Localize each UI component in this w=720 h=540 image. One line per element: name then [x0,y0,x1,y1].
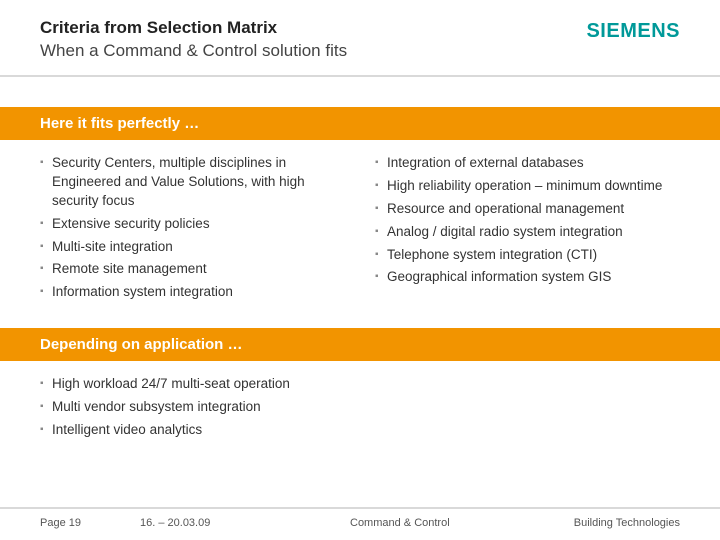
slide: Criteria from Selection Matrix When a Co… [0,0,720,540]
footer-page: Page 19 [40,517,140,529]
slide-subtitle: When a Command & Control solution fits [40,41,586,61]
list-item: Security Centers, multiple disciplines i… [40,154,345,211]
section-heading-depending: Depending on application … [0,328,720,361]
header-text: Criteria from Selection Matrix When a Co… [40,18,586,61]
list-item: Extensive security policies [40,215,345,234]
depending-list: High workload 24/7 multi-seat operation … [40,375,680,440]
fits-left-list: Security Centers, multiple disciplines i… [40,154,345,302]
list-item: High workload 24/7 multi-seat operation [40,375,680,394]
footer: Page 19 16. – 20.03.09 Command & Control… [0,507,720,540]
fits-right-column: Integration of external databases High r… [375,154,680,306]
depending-content: High workload 24/7 multi-seat operation … [0,361,720,466]
list-item: High reliability operation – minimum dow… [375,177,680,196]
fits-left-column: Security Centers, multiple disciplines i… [40,154,345,306]
list-item: Telephone system integration (CTI) [375,246,680,265]
header: Criteria from Selection Matrix When a Co… [0,0,720,75]
list-item: Resource and operational management [375,200,680,219]
fits-content: Security Centers, multiple disciplines i… [0,140,720,328]
footer-date: 16. – 20.03.09 [140,517,290,530]
section-heading-fits: Here it fits perfectly … [0,107,720,140]
spacer [0,77,720,107]
list-item: Multi vendor subsystem integration [40,398,680,417]
list-item: Analog / digital radio system integratio… [375,223,680,242]
list-item: Information system integration [40,283,345,302]
list-item: Geographical information system GIS [375,268,680,287]
list-item: Integration of external databases [375,154,680,173]
fits-right-list: Integration of external databases High r… [375,154,680,287]
siemens-logo: SIEMENS [586,20,680,43]
list-item: Intelligent video analytics [40,421,680,440]
list-item: Remote site management [40,260,345,279]
footer-right: Building Technologies [520,517,680,529]
footer-center: Command & Control [290,517,520,529]
list-item: Multi-site integration [40,238,345,257]
slide-title: Criteria from Selection Matrix [40,18,586,38]
